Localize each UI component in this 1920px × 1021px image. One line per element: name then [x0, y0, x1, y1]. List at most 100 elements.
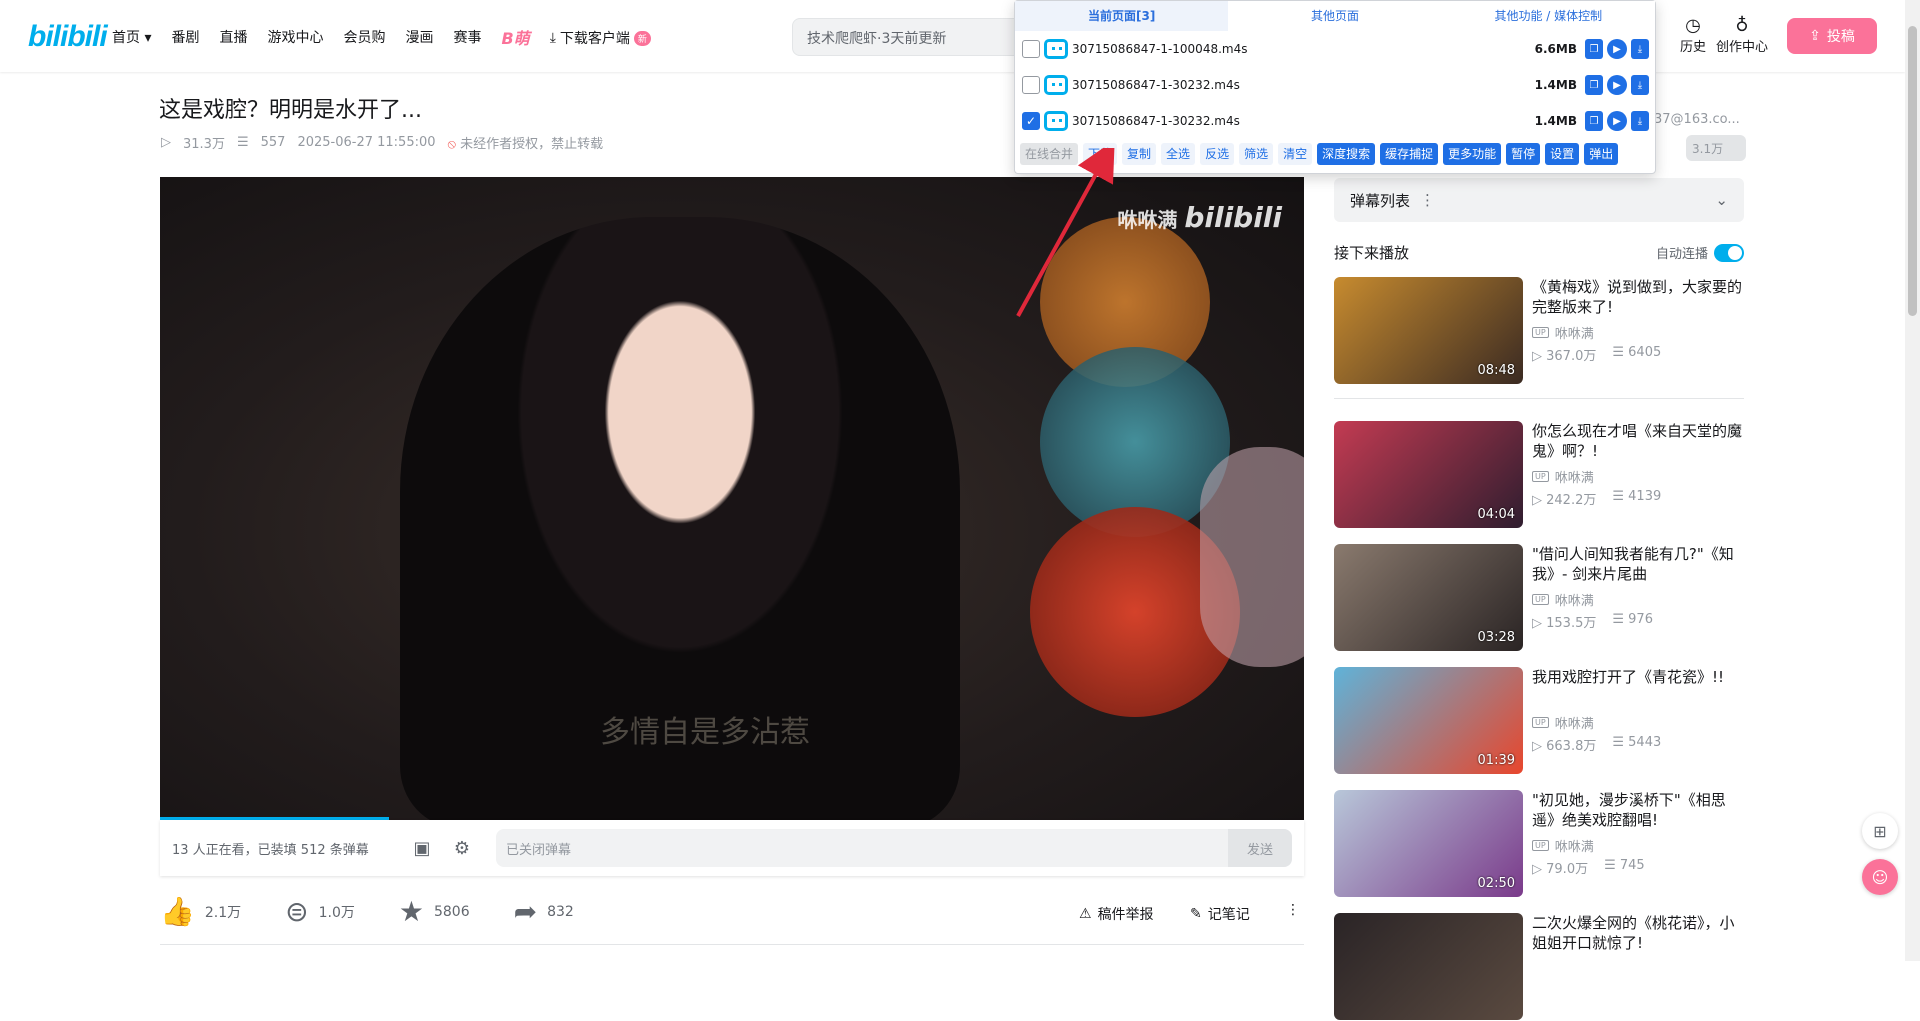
- rec-title[interactable]: 我用戏腔打开了《青花瓷》!!: [1532, 667, 1746, 687]
- upload-button[interactable]: ⇪ 投稿: [1787, 18, 1877, 54]
- video-subtitle: 多情自是多沾惹: [600, 715, 810, 750]
- rec-views-value: 79.0万: [1546, 862, 1589, 877]
- select-all-button[interactable]: 全选: [1161, 143, 1196, 165]
- nav-download-client[interactable]: ⤓ 下载客户端 新: [550, 27, 651, 49]
- rec-uploader[interactable]: UP 咻咻满: [1532, 590, 1594, 609]
- rec-thumbnail[interactable]: 08:48: [1334, 277, 1523, 384]
- rec-video-card[interactable]: 二次火爆全网的《桃花诺》，小姐姐开口就惊了!: [1334, 913, 1746, 1021]
- pause-button[interactable]: 暂停: [1506, 143, 1541, 165]
- history-button[interactable]: ◷ 历史: [1680, 16, 1707, 56]
- danmaku-list-panel[interactable]: 弹幕列表 ⋮ ⌄: [1334, 178, 1744, 222]
- copy-link-icon[interactable]: ❐: [1585, 111, 1603, 131]
- more-icon[interactable]: ⋮: [1286, 902, 1300, 918]
- download-icon[interactable]: ⤓: [1631, 39, 1649, 59]
- gift-button[interactable]: 3.1万: [1686, 135, 1746, 161]
- favorite-button[interactable]: ★ 5806: [399, 895, 470, 928]
- video-player[interactable]: 咻咻满 bilibili 多情自是多沾惹: [160, 177, 1304, 820]
- clear-button[interactable]: 清空: [1278, 143, 1313, 165]
- download-icon[interactable]: ⤓: [1631, 75, 1649, 95]
- autoplay-label: 自动连播: [1655, 247, 1708, 262]
- rec-title[interactable]: 你怎么现在才唱《来自天堂的魔鬼》啊？!: [1532, 421, 1746, 461]
- rec-video-card[interactable]: 02:50 "初见她，漫步溪桥下"《相思遥》绝美戏腔翻唱! UP 咻咻满 ▷ 79.…: [1334, 790, 1746, 898]
- layout-toggle-icon[interactable]: ⊞: [1862, 813, 1898, 849]
- share-button[interactable]: ➦ 832: [514, 895, 574, 928]
- rec-uploader[interactable]: UP 咻咻满: [1532, 713, 1594, 732]
- coin-button[interactable]: ⊜ 1.0万: [285, 895, 355, 928]
- file-checkbox[interactable]: [1022, 76, 1040, 94]
- tab-current-page[interactable]: 当前页面[3]: [1015, 1, 1229, 31]
- file-checkbox[interactable]: ✓: [1022, 112, 1040, 130]
- send-button[interactable]: 发送: [1228, 829, 1292, 867]
- tab-other-functions[interactable]: 其他功能 / 媒体控制: [1441, 1, 1655, 31]
- rec-duration: 08:48: [1477, 363, 1515, 378]
- report-button[interactable]: ⚠ 稿件举报: [1079, 904, 1154, 924]
- rec-thumbnail[interactable]: 04:04: [1334, 421, 1523, 528]
- nav-manga[interactable]: 漫画: [405, 27, 433, 49]
- filter-button[interactable]: 筛选: [1239, 143, 1274, 165]
- star-icon: ★: [398, 895, 424, 928]
- file-checkbox[interactable]: [1022, 40, 1040, 58]
- rec-video-card[interactable]: 03:28 "借问人间知我者能有几?"《知我》- 剑来片尾曲 UP 咻咻满 ▷ 15…: [1334, 544, 1746, 652]
- nav-shop[interactable]: 会员购: [343, 27, 385, 49]
- assistant-icon[interactable]: ☺: [1862, 859, 1898, 895]
- danmaku-toggle-icon[interactable]: ▣: [402, 838, 442, 859]
- chevron-down-icon[interactable]: ⌄: [1715, 191, 1728, 209]
- bilibili-tv-icon: [1044, 39, 1068, 59]
- creator-center-button[interactable]: ♁ 创作中心: [1716, 16, 1768, 56]
- download-button[interactable]: 下载: [1083, 143, 1118, 165]
- settings-button[interactable]: 设置: [1545, 143, 1580, 165]
- popout-button[interactable]: 弹出: [1584, 143, 1619, 165]
- invert-select-button[interactable]: 反选: [1200, 143, 1235, 165]
- rec-video-card[interactable]: 08:48 《黄梅戏》说到做到，大家要的完整版来了! UP 咻咻满 ▷ 367.0万…: [1334, 277, 1746, 385]
- nav-home[interactable]: 首页 ▾: [112, 27, 151, 49]
- nav-game-center[interactable]: 游戏中心: [267, 27, 323, 49]
- cache-capture-button[interactable]: 缓存捕捉: [1380, 143, 1439, 165]
- rec-video-card[interactable]: 01:39 我用戏腔打开了《青花瓷》!! UP 咻咻满 ▷ 663.8万 ☰ 5443: [1334, 667, 1746, 775]
- danmaku-settings-icon[interactable]: ⚙: [442, 838, 482, 859]
- history-label: 历史: [1680, 40, 1707, 55]
- rec-thumbnail[interactable]: 03:28: [1334, 544, 1523, 651]
- rec-uploader[interactable]: UP 咻咻满: [1532, 323, 1594, 342]
- tab-other-pages[interactable]: 其他页面: [1228, 1, 1442, 31]
- notes-button[interactable]: ✎ 记笔记: [1190, 904, 1250, 924]
- rec-thumbnail[interactable]: 02:50: [1334, 790, 1523, 897]
- play-icon[interactable]: ▶: [1607, 111, 1627, 131]
- rec-video-card[interactable]: 04:04 你怎么现在才唱《来自天堂的魔鬼》啊？! UP 咻咻满 ▷ 242.2万 ☰…: [1334, 421, 1746, 529]
- rec-title[interactable]: 《黄梅戏》说到做到，大家要的完整版来了!: [1532, 277, 1746, 317]
- download-icon[interactable]: ⤓: [1631, 111, 1649, 131]
- divider: [160, 944, 1304, 945]
- rec-title[interactable]: "借问人间知我者能有几?"《知我》- 剑来片尾曲: [1532, 544, 1746, 584]
- file-list: 30715086847-1-100048.m4s 6.6MB ❐ ▶ ⤓ 307…: [1015, 31, 1655, 139]
- nav-bmeng[interactable]: B萌: [501, 25, 529, 49]
- rec-uploader[interactable]: UP 咻咻满: [1532, 467, 1594, 486]
- danmaku-input[interactable]: 已关闭弹幕: [496, 829, 1228, 867]
- play-icon[interactable]: ▶: [1607, 75, 1627, 95]
- merge-online-button[interactable]: 在线合并: [1020, 143, 1079, 165]
- scrollbar-thumb[interactable]: [1908, 26, 1917, 316]
- like-button[interactable]: 👍 2.1万: [160, 895, 241, 928]
- rec-views: ▷ 367.0万: [1532, 349, 1597, 364]
- rec-thumbnail[interactable]: [1334, 913, 1523, 1020]
- rec-views-value: 153.5万: [1546, 616, 1597, 631]
- up-tag-icon: UP: [1532, 717, 1549, 728]
- rec-title[interactable]: "初见她，漫步溪桥下"《相思遥》绝美戏腔翻唱!: [1532, 790, 1746, 830]
- rec-views: ▷ 79.0万: [1532, 862, 1589, 877]
- copy-link-icon[interactable]: ❐: [1585, 75, 1603, 95]
- more-icon[interactable]: ⋮: [1420, 191, 1435, 209]
- deep-search-button[interactable]: 深度搜索: [1317, 143, 1376, 165]
- play-icon[interactable]: ▶: [1607, 39, 1627, 59]
- more-functions-button[interactable]: 更多功能: [1443, 143, 1502, 165]
- nav-anime[interactable]: 番剧: [171, 27, 199, 49]
- bilibili-logo[interactable]: bilibili: [28, 20, 108, 54]
- autoplay-toggle[interactable]: 自动连播: [1656, 243, 1744, 262]
- nav-live[interactable]: 直播: [219, 27, 247, 49]
- rec-thumbnail[interactable]: 01:39: [1334, 667, 1523, 774]
- copy-button[interactable]: 复制: [1122, 143, 1157, 165]
- page-scrollbar[interactable]: [1905, 0, 1920, 961]
- toggle-switch[interactable]: [1714, 243, 1744, 262]
- rec-uploader[interactable]: UP 咻咻满: [1532, 836, 1594, 855]
- search-input[interactable]: 技术爬爬虾·3天前更新: [792, 18, 1022, 56]
- nav-esports[interactable]: 赛事: [453, 27, 481, 49]
- copy-link-icon[interactable]: ❐: [1585, 39, 1603, 59]
- rec-title[interactable]: 二次火爆全网的《桃花诺》，小姐姐开口就惊了!: [1532, 913, 1746, 953]
